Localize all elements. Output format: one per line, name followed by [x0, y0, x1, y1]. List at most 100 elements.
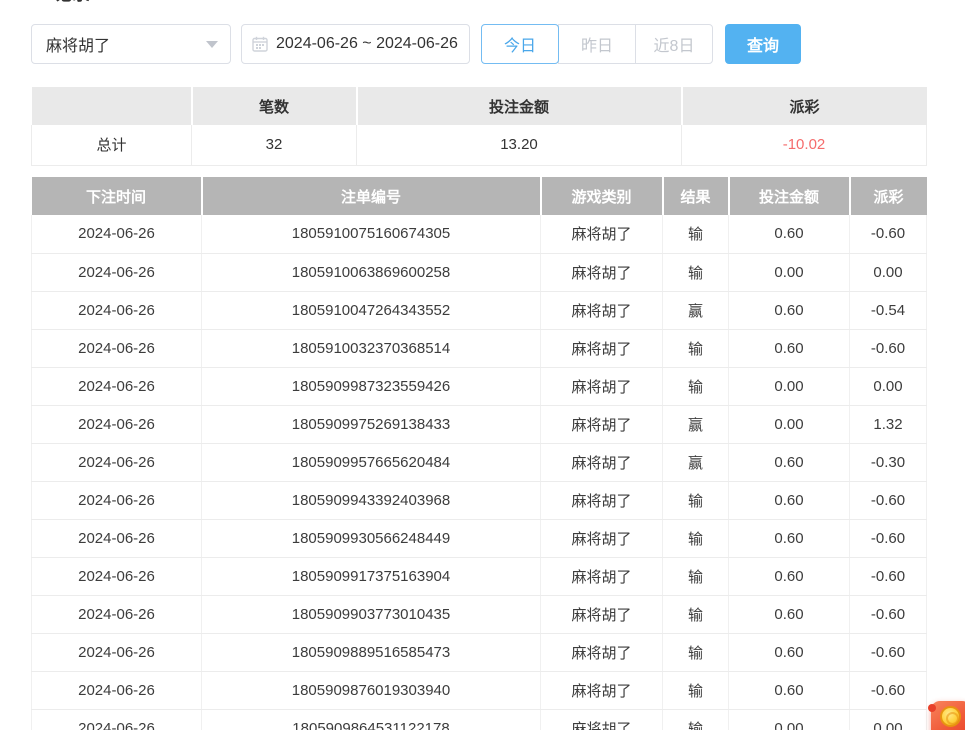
- date-range-input[interactable]: 2024-06-26 ~ 2024-06-26: [241, 24, 470, 64]
- game-type-cell: 麻将胡了: [541, 405, 663, 443]
- bet-amount-cell: 0.60: [729, 481, 850, 519]
- table-row: 2024-06-261805909957665620484麻将胡了赢0.60-0…: [32, 443, 927, 481]
- clipped-page-title: 记录: [54, 0, 114, 5]
- header-game-type: 游戏类别: [541, 177, 663, 215]
- summary-total-bet-amount: 13.20: [357, 125, 682, 165]
- bet-amount-cell: 0.60: [729, 215, 850, 253]
- bet-time-cell: 2024-06-26: [32, 367, 202, 405]
- bet-amount-cell: 0.00: [729, 405, 850, 443]
- payout-cell: -0.60: [850, 481, 927, 519]
- bet-time-cell: 2024-06-26: [32, 557, 202, 595]
- bet-time-cell: 2024-06-26: [32, 519, 202, 557]
- payout-cell: 1.32: [850, 405, 927, 443]
- payout-cell: -0.60: [850, 671, 927, 709]
- payout-cell: -0.30: [850, 443, 927, 481]
- bet-id-cell: 1805910063869600258: [202, 253, 541, 291]
- bet-time-cell: 2024-06-26: [32, 709, 202, 730]
- table-row: 2024-06-261805910047264343552麻将胡了赢0.60-0…: [32, 291, 927, 329]
- game-type-cell: 麻将胡了: [541, 481, 663, 519]
- bet-amount-cell: 0.60: [729, 557, 850, 595]
- summary-total-row: 总计 32 13.20 -10.02: [32, 125, 927, 165]
- game-type-cell: 麻将胡了: [541, 595, 663, 633]
- bet-time-cell: 2024-06-26: [32, 405, 202, 443]
- quick-filter-今日[interactable]: 今日: [481, 24, 559, 64]
- game-select[interactable]: 麻将胡了: [31, 24, 231, 64]
- quick-filter-近8日[interactable]: 近8日: [635, 24, 713, 64]
- result-cell: 输: [663, 215, 729, 253]
- result-cell: 输: [663, 253, 729, 291]
- bet-time-cell: 2024-06-26: [32, 595, 202, 633]
- bet-id-cell: 1805909987323559426: [202, 367, 541, 405]
- bet-id-cell: 1805909930566248449: [202, 519, 541, 557]
- payout-cell: 0.00: [850, 253, 927, 291]
- payout-cell: -0.60: [850, 215, 927, 253]
- summary-total-label: 总计: [32, 125, 192, 165]
- bet-time-cell: 2024-06-26: [32, 481, 202, 519]
- payout-cell: -0.60: [850, 519, 927, 557]
- calendar-icon: [252, 36, 268, 52]
- summary-header-empty: [32, 87, 192, 125]
- header-result: 结果: [663, 177, 729, 215]
- table-row: 2024-06-261805909930566248449麻将胡了输0.60-0…: [32, 519, 927, 557]
- quick-filter-group: 今日昨日近8日: [481, 24, 713, 64]
- red-packet-coin-icon[interactable]: [931, 701, 965, 730]
- payout-cell: 0.00: [850, 709, 927, 730]
- payout-cell: -0.60: [850, 557, 927, 595]
- result-cell: 输: [663, 709, 729, 730]
- bet-id-cell: 1805909957665620484: [202, 443, 541, 481]
- game-type-cell: 麻将胡了: [541, 557, 663, 595]
- header-bet-id: 注单编号: [202, 177, 541, 215]
- table-row: 2024-06-261805909903773010435麻将胡了输0.60-0…: [32, 595, 927, 633]
- filter-toolbar: 麻将胡了 2024-06-26 ~ 2024-06-26 今日昨日近8日 查询: [31, 24, 934, 64]
- table-row: 2024-06-261805909864531122178麻将胡了输0.000.…: [32, 709, 927, 730]
- game-select-value: 麻将胡了: [46, 32, 110, 56]
- header-bet-amount: 投注金额: [729, 177, 850, 215]
- table-row: 2024-06-261805909876019303940麻将胡了输0.60-0…: [32, 671, 927, 709]
- payout-cell: -0.60: [850, 329, 927, 367]
- payout-cell: 0.00: [850, 367, 927, 405]
- bet-amount-cell: 0.60: [729, 519, 850, 557]
- result-cell: 输: [663, 519, 729, 557]
- table-row: 2024-06-261805910063869600258麻将胡了输0.000.…: [32, 253, 927, 291]
- bet-amount-cell: 0.00: [729, 367, 850, 405]
- result-cell: 输: [663, 633, 729, 671]
- summary-header-payout: 派彩: [682, 87, 927, 125]
- bet-id-cell: 1805909943392403968: [202, 481, 541, 519]
- result-cell: 输: [663, 367, 729, 405]
- payout-cell: -0.60: [850, 633, 927, 671]
- quick-filter-昨日[interactable]: 昨日: [558, 24, 636, 64]
- table-row: 2024-06-261805910032370368514麻将胡了输0.60-0…: [32, 329, 927, 367]
- table-row: 2024-06-261805909987323559426麻将胡了输0.000.…: [32, 367, 927, 405]
- result-cell: 输: [663, 595, 729, 633]
- query-button[interactable]: 查询: [725, 24, 801, 64]
- game-type-cell: 麻将胡了: [541, 367, 663, 405]
- game-type-cell: 麻将胡了: [541, 633, 663, 671]
- chevron-down-icon: [206, 41, 218, 48]
- result-cell: 赢: [663, 443, 729, 481]
- summary-total-count: 32: [192, 125, 357, 165]
- result-cell: 输: [663, 671, 729, 709]
- summary-total-payout: -10.02: [682, 125, 927, 165]
- bet-id-cell: 1805909864531122178: [202, 709, 541, 730]
- table-row: 2024-06-261805909917375163904麻将胡了输0.60-0…: [32, 557, 927, 595]
- summary-header-row: 笔数 投注金额 派彩: [32, 87, 927, 125]
- bet-id-cell: 1805909876019303940: [202, 671, 541, 709]
- game-type-cell: 麻将胡了: [541, 215, 663, 253]
- game-type-cell: 麻将胡了: [541, 443, 663, 481]
- game-type-cell: 麻将胡了: [541, 671, 663, 709]
- game-type-cell: 麻将胡了: [541, 519, 663, 557]
- result-cell: 输: [663, 329, 729, 367]
- result-cell: 赢: [663, 291, 729, 329]
- bet-id-cell: 1805909903773010435: [202, 595, 541, 633]
- bet-time-cell: 2024-06-26: [32, 633, 202, 671]
- bet-amount-cell: 0.60: [729, 291, 850, 329]
- bet-amount-cell: 0.60: [729, 329, 850, 367]
- bet-time-cell: 2024-06-26: [32, 253, 202, 291]
- result-cell: 赢: [663, 405, 729, 443]
- bet-table-body: 2024-06-261805910075160674305麻将胡了输0.60-0…: [32, 215, 927, 730]
- summary-header-count: 笔数: [192, 87, 357, 125]
- bet-amount-cell: 0.60: [729, 443, 850, 481]
- game-type-cell: 麻将胡了: [541, 253, 663, 291]
- table-row: 2024-06-261805910075160674305麻将胡了输0.60-0…: [32, 215, 927, 253]
- bet-time-cell: 2024-06-26: [32, 671, 202, 709]
